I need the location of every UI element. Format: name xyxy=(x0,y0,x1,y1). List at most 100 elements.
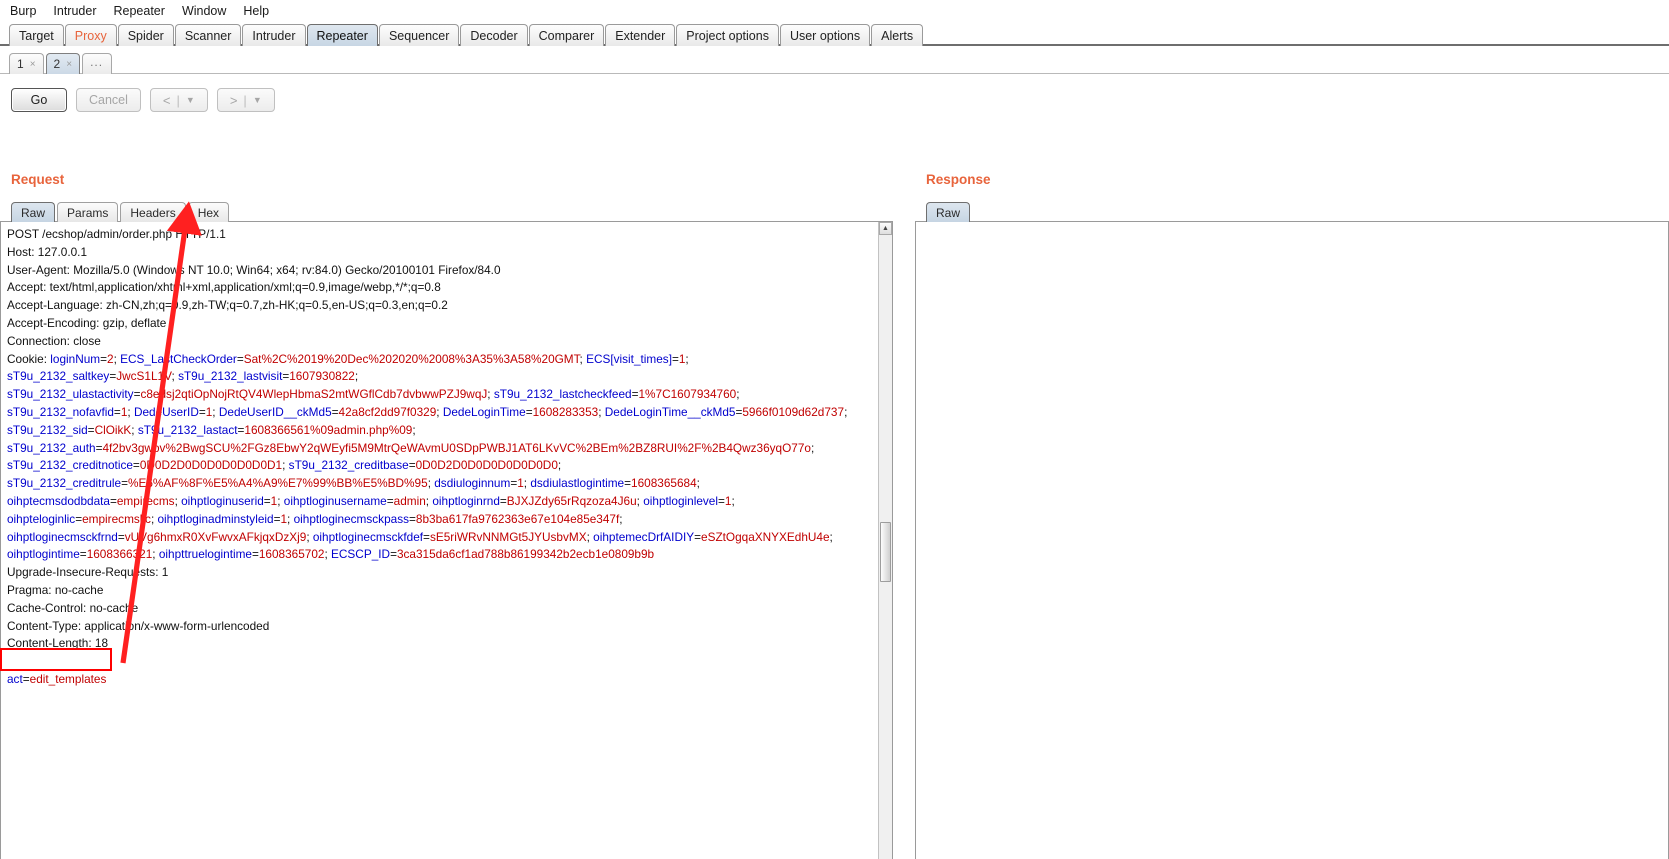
request-line: sT9u_2132_saltkey=JwcS1L1V; sT9u_2132_la… xyxy=(7,368,874,386)
request-tab-params[interactable]: Params xyxy=(57,202,119,222)
param-name: dsdiuloginnum xyxy=(434,476,511,491)
param-name: oihptemecDrfAIDIY xyxy=(593,529,695,544)
param-value: empirecmslic xyxy=(82,511,151,526)
param-name: oihptecmsdodbdata xyxy=(7,493,110,508)
chevron-down-icon[interactable]: ▼ xyxy=(253,95,262,105)
param-value: %E6%AF%8F%E5%A4%A9%E7%99%BB%E5%BD%95 xyxy=(128,476,428,491)
request-line: Content-Length: 18 xyxy=(7,635,874,653)
close-icon[interactable]: × xyxy=(30,59,36,70)
request-line: User-Agent: Mozilla/5.0 (Windows NT 10.0… xyxy=(7,262,874,280)
request-view-tabs: Raw Params Headers Hex xyxy=(0,199,893,222)
close-icon[interactable]: × xyxy=(66,59,72,70)
request-raw-editor[interactable]: POST /ecshop/admin/order.php HTTP/1.1 Hos… xyxy=(1,222,878,859)
request-line: Accept-Language: zh-CN,zh;q=0.9,zh-TW;q=… xyxy=(7,297,874,315)
tab-alerts[interactable]: Alerts xyxy=(871,24,924,46)
tab-sequencer[interactable]: Sequencer xyxy=(378,24,460,46)
param-value: BJXJZdy65rRqzoza4J6u xyxy=(506,493,637,508)
header-text: Connection: close xyxy=(7,333,101,348)
editor-columns: Request Raw Params Headers Hex POST /ecshop… xyxy=(0,172,1669,859)
param-name: oihptloginadminstyleid xyxy=(157,511,274,526)
repeater-tab-label: ... xyxy=(90,55,104,69)
header-text: ; xyxy=(557,458,562,473)
param-value: 3ca315da6cf1ad788b86199342b2ecb1e0809b9b xyxy=(396,547,655,562)
request-line: Upgrade-Insecure-Requests: 1 xyxy=(7,564,874,582)
tab-user-options[interactable]: User options xyxy=(779,24,871,46)
param-value: admin xyxy=(393,493,426,508)
header-text: POST /ecshop/admin/order.php HTTP/1.1 xyxy=(7,227,226,241)
param-value: 5966f0109d62d737 xyxy=(742,404,845,419)
param-value: Sat%2C%2019%20Dec%202020%2008%3A35%3A58%… xyxy=(243,351,580,366)
header-text: = xyxy=(22,671,30,686)
header-text: = xyxy=(717,493,725,508)
response-panel-title: Response xyxy=(926,172,991,187)
menu-item-repeater[interactable]: Repeater xyxy=(112,3,167,19)
repeater-toolbar: Go Cancel < | ▼ > | ▼ xyxy=(0,74,1669,112)
go-button[interactable]: Go xyxy=(11,88,67,112)
repeater-tab-2[interactable]: 2 × xyxy=(45,53,81,74)
back-button[interactable]: < | ▼ xyxy=(149,88,208,112)
request-panel-title: Request xyxy=(11,172,65,187)
request-tab-headers[interactable]: Headers xyxy=(120,202,186,222)
param-value: edit_templates xyxy=(29,671,107,686)
scroll-up-icon[interactable]: ▲ xyxy=(879,222,892,235)
request-panel: Request Raw Params Headers Hex POST /ecshop… xyxy=(0,172,893,859)
param-value: ClOikK xyxy=(94,422,132,437)
menu-item-window[interactable]: Window xyxy=(180,3,228,19)
request-line: sT9u_2132_creditrule=%E6%AF%8F%E5%A4%A9%… xyxy=(7,475,874,493)
header-text: Cookie: xyxy=(7,351,51,366)
cancel-button[interactable]: Cancel xyxy=(76,88,141,112)
menu-item-intruder[interactable]: Intruder xyxy=(51,3,98,19)
go-button-label: Go xyxy=(30,93,48,107)
param-name: DedeUserID xyxy=(133,404,199,419)
request-line: Cache-Control: no-cache xyxy=(7,600,874,618)
tab-decoder[interactable]: Decoder xyxy=(460,24,528,46)
request-line: sT9u_2132_sid=ClOikK; sT9u_2132_lastact=… xyxy=(7,422,874,440)
repeater-tab-more[interactable]: ... xyxy=(82,53,113,74)
repeater-tab-strip: 1 × 2 ×... xyxy=(0,50,1669,74)
header-text: Host: 127.0.0.1 xyxy=(7,244,88,259)
tab-comparer[interactable]: Comparer xyxy=(528,24,605,46)
response-tab-raw[interactable]: Raw xyxy=(926,202,971,222)
request-line: sT9u_2132_nofavfid=1; DedeUserID=1; Dede… xyxy=(7,404,874,422)
request-editor-scrollbar[interactable]: ▲ ▼ xyxy=(878,222,892,859)
header-text: = xyxy=(198,404,206,419)
menu-item-burp[interactable]: Burp xyxy=(8,3,38,19)
request-line: oihptlogintime=1608366321; oihpttruelogi… xyxy=(7,546,874,564)
header-text: = xyxy=(121,476,129,491)
request-editor-container[interactable]: POST /ecshop/admin/order.php HTTP/1.1 Hos… xyxy=(0,222,893,859)
tab-proxy[interactable]: Proxy xyxy=(64,24,117,46)
forward-button[interactable]: > | ▼ xyxy=(216,88,275,112)
tab-repeater[interactable]: Repeater xyxy=(306,24,378,46)
header-text: = xyxy=(408,458,416,473)
menu-item-help[interactable]: Help xyxy=(241,3,271,19)
response-raw-editor[interactable] xyxy=(915,222,1669,859)
tab-intruder[interactable]: Intruder xyxy=(242,24,306,46)
chevron-down-icon[interactable]: ▼ xyxy=(186,95,195,105)
tab-extender[interactable]: Extender xyxy=(605,24,676,46)
param-value: 1608365684 xyxy=(631,476,697,491)
param-name: oihptloginecmsckfdef xyxy=(312,529,424,544)
param-value: eSZtOgqaXNYXEdhU4e xyxy=(701,529,830,544)
button-separator: | xyxy=(176,92,180,108)
header-text: ; xyxy=(354,369,359,384)
param-name: oihptloginecmsckpass xyxy=(293,511,409,526)
tab-target[interactable]: Target xyxy=(9,24,64,46)
tab-project-options[interactable]: Project options xyxy=(676,24,779,46)
header-text: Accept: text/html,application/xhtml+xml,… xyxy=(7,280,441,295)
param-name: sT9u_2132_sid xyxy=(7,422,88,437)
request-line: Cookie: loginNum=2; ECS_LastCheckOrder=S… xyxy=(7,351,874,369)
tab-spider[interactable]: Spider xyxy=(117,24,174,46)
response-panel: Response Raw xyxy=(915,172,1669,859)
header-text: = xyxy=(251,547,259,562)
param-value: vUVg6hmxR0XvFwvxAFkjqxDzXj9 xyxy=(124,529,307,544)
request-tab-hex[interactable]: Hex xyxy=(187,202,230,222)
header-text: ; xyxy=(844,404,848,419)
param-name: ECS_LastCheckOrder xyxy=(120,351,237,366)
param-value: 8b3ba617fa9762363e67e104e85e347f xyxy=(415,511,620,526)
repeater-tab-1[interactable]: 1 × xyxy=(9,53,44,74)
request-tab-raw[interactable]: Raw xyxy=(11,202,56,222)
scrollbar-thumb[interactable] xyxy=(880,522,891,582)
header-text: ; xyxy=(412,422,416,437)
param-name: sT9u_2132_creditrule xyxy=(7,476,122,491)
tab-scanner[interactable]: Scanner xyxy=(174,24,242,46)
